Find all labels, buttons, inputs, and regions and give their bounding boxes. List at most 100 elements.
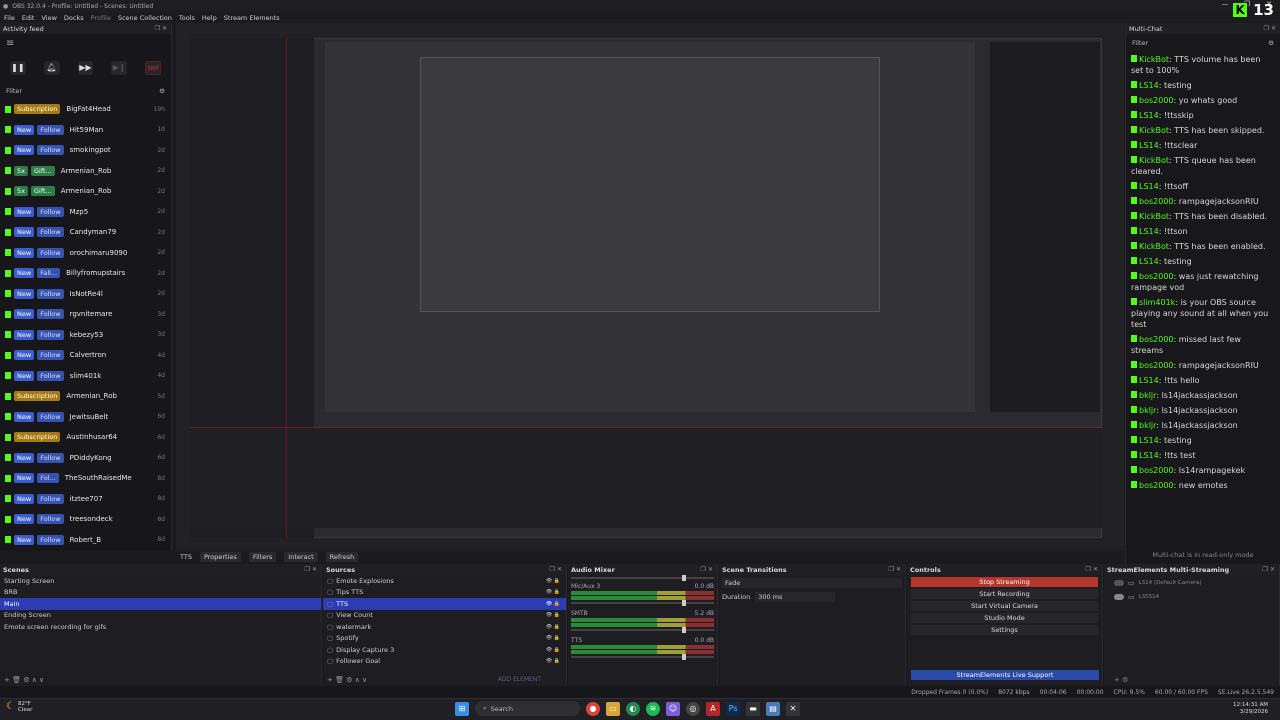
multichat-filter-row[interactable]: Filter ⚙ [1126,34,1280,52]
toggle[interactable] [1114,580,1124,586]
feed-filter-row[interactable]: Filter ⚙ [0,83,171,99]
menu-help[interactable]: Help [202,14,217,22]
feed-item[interactable]: New Follow itztee707 8d [0,489,171,510]
feed-item[interactable]: Subscription BigFat4Head 19h [0,99,171,120]
feed-item[interactable]: New Follow Mzp5 2d [0,202,171,223]
feed-item[interactable]: New Follow Calvertron 4d [0,345,171,366]
feed-item[interactable]: 5x Gift... Armenian_Rob 2d [0,181,171,202]
hamburger-icon[interactable]: ≡ [0,34,171,53]
properties-button[interactable]: Properties [199,552,241,562]
interact-button[interactable]: Interact [284,552,318,562]
menu-profile[interactable]: Profile [91,14,111,22]
feed-item[interactable]: New Follow Candyman79 2d [0,222,171,243]
chat-username[interactable]: LS14 [1139,227,1159,236]
menu-scene-collection[interactable]: Scene Collection [118,14,172,22]
master-slider[interactable] [571,575,714,581]
chat-username[interactable]: KickBot [1139,212,1169,221]
chat-username[interactable]: bkljr [1139,391,1156,400]
source-item[interactable]: ▢ Tips TTS 👁 🔒 [323,587,566,599]
chat-username[interactable]: KickBot [1139,126,1169,135]
feed-item[interactable]: New Follow kebezy53 3d [0,325,171,346]
filters-button[interactable]: Filters [248,552,277,562]
chat-username[interactable]: LS14 [1139,182,1159,191]
bell-icon[interactable]: 🔔︎ [43,61,60,75]
chat-username[interactable]: bos2000 [1139,272,1174,281]
capcut-icon[interactable]: ✕ [786,701,800,716]
source-item[interactable]: ▢ Follower Goal 👁 🔒 [323,656,566,668]
add-element-button[interactable]: ADD ELEMENT [498,676,541,684]
source-item[interactable]: ▢ Emote Explosions 👁 🔒 [323,575,566,587]
chat-username[interactable]: LS14 [1139,257,1159,266]
control-button[interactable]: Start Recording [911,589,1098,599]
menu-file[interactable]: File [4,14,15,22]
system-clock[interactable]: 12:14:31 AM 3/29/2026 [1233,702,1268,716]
chat-username[interactable]: LS14 [1139,376,1159,385]
dock-close-icon[interactable]: ❐ ✕ [701,566,718,573]
chat-username[interactable]: bos2000 [1139,481,1174,490]
feed-item[interactable]: New Follow IsNotRe4l 2d [0,284,171,305]
menu-edit[interactable]: Edit [22,14,35,22]
feed-item[interactable]: New Follow Hit59Man 1d [0,120,171,141]
scene-item[interactable]: Ending Screen [0,610,321,622]
feed-item[interactable]: New Follow treesondeck 8d [0,509,171,530]
photoshop-icon[interactable]: Ps [726,701,740,716]
dock-close-icon[interactable]: ❐ ✕ [550,566,567,573]
volume-slider[interactable] [571,654,714,660]
visibility-lock-icon[interactable]: 👁 🔒 [546,635,560,641]
gear-icon[interactable]: ⚙ [1268,39,1274,47]
chat-username[interactable]: bkljr [1139,406,1156,415]
gear-icon[interactable]: ⚙ [159,87,165,95]
dock-close-icon[interactable]: ❐ ✕ [155,25,171,32]
control-button[interactable]: Start Virtual Camera [911,601,1098,611]
chat-username[interactable]: LS14 [1139,451,1159,460]
source-item[interactable]: ▢ TTS 👁 🔒 [323,598,566,610]
chat-username[interactable]: KickBot [1139,55,1169,64]
source-item[interactable]: ▢ Spotify 👁 🔒 [323,633,566,645]
discord-icon[interactable]: ☺ [666,701,680,716]
edge-icon[interactable]: ◐ [626,701,640,716]
feed-item[interactable]: New Follow JewitsuBelt 6d [0,407,171,428]
visibility-lock-icon[interactable]: 👁 🔒 [546,658,560,664]
adobe-icon[interactable]: A [706,701,720,716]
chat-username[interactable]: bos2000 [1139,96,1174,105]
feed-item[interactable]: New Follow smokingpot 2d [0,140,171,161]
visibility-lock-icon[interactable]: 👁 🔒 [546,624,560,630]
source-item[interactable]: ▢ Display Capture 3 👁 🔒 [323,644,566,656]
source-item[interactable]: ▢ View Count 👁 🔒 [323,610,566,622]
skip-icon[interactable]: ▶▶ [77,61,94,75]
next-icon[interactable]: ▶❙ [111,61,127,75]
feed-item[interactable]: New Fol... TheSouthRaisedMe 8d [0,468,171,489]
scene-item[interactable]: Starting Screen [0,575,321,587]
multistream-tools[interactable]: + ⚙ [1114,676,1128,684]
chat-username[interactable]: bos2000 [1139,335,1174,344]
chat-username[interactable]: slim401k [1139,298,1175,307]
feed-item[interactable]: 5x Gift... Armenian_Rob 2d [0,161,171,182]
chat-username[interactable]: KickBot [1139,242,1169,251]
menu-view[interactable]: View [41,14,56,22]
scene-item[interactable]: Main [0,598,321,610]
visibility-lock-icon[interactable]: 👁 🔒 [546,601,560,607]
menu-docks[interactable]: Docks [64,14,84,22]
dock-close-icon[interactable]: ❐ ✕ [1086,566,1103,573]
feed-item[interactable]: New Follow PDiddyKong 6d [0,448,171,469]
chat-username[interactable]: bkljr [1139,421,1156,430]
menu-tools[interactable]: Tools [179,14,195,22]
dock-close-icon[interactable]: ❐ ✕ [305,566,322,573]
windows-start-icon[interactable]: ⊞ [455,701,469,716]
visibility-lock-icon[interactable]: 👁 🔒 [546,589,560,595]
dock-close-icon[interactable]: ❐ ✕ [1263,566,1280,573]
source-tools-icon[interactable]: + 🗑 ⚙ ∧ ∨ [327,676,367,684]
duration-input[interactable]: 300 ms [755,592,836,602]
menu-stream-elements[interactable]: Stream Elements [224,14,280,22]
volume-slider[interactable] [571,600,714,606]
transition-select[interactable]: Fade [722,578,902,588]
feed-item[interactable]: New Follow orochimaru9090 2d [0,243,171,264]
feed-item[interactable]: New Follow rgvnitemare 3d [0,304,171,325]
feed-item[interactable]: Subscription AustInhusar64 6d [0,427,171,448]
dock-close-icon[interactable]: ❐ ✕ [889,566,906,573]
source-item[interactable]: ▢ watermark 👁 🔒 [323,621,566,633]
volume-slider[interactable] [571,627,714,633]
feed-item[interactable]: Subscription Armenian_Rob 5d [0,386,171,407]
chat-username[interactable]: LS14 [1139,111,1159,120]
chat-username[interactable]: bos2000 [1139,197,1174,206]
